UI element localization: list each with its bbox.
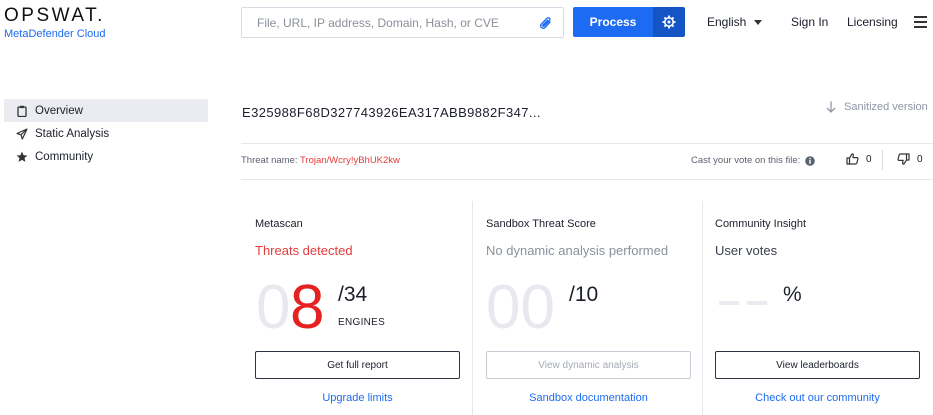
view-dynamic-analysis-button[interactable]: View dynamic analysis [486,351,691,379]
community-status: User votes [715,243,778,258]
sandbox-documentation-link[interactable]: Sandbox documentation [486,392,691,404]
metascan-engines-label: ENGINES [338,317,386,328]
language-selector[interactable]: English [707,15,763,29]
get-full-report-button[interactable]: Get full report [255,351,460,379]
view-leaderboards-button[interactable]: View leaderboards [715,351,920,379]
sidebar-item-label: Static Analysis [35,127,110,140]
metascan-status: Threats detected [255,243,353,258]
thumbs-up-icon [846,153,859,165]
metascan-digit-leading: 0 [256,273,291,342]
process-button-group: Process [573,7,685,37]
threat-name-label: Threat name: [241,155,298,166]
sanitized-version-label: Sanitized version [844,101,928,113]
vote-separator [882,150,883,170]
sidebar-item-label: Overview [35,104,83,117]
community-card: Community Insight User votes % View lead… [701,201,933,415]
logo-product-name: MetaDefender Cloud [4,28,106,40]
metascan-total-engines: /34 [338,283,368,306]
divider [241,143,933,144]
sandbox-status: No dynamic analysis performed [486,243,669,258]
logo-wordmark: OPSWAT. [4,5,105,26]
download-arrow-icon [826,101,836,113]
sidebar-item-label: Community [35,150,94,163]
gear-icon [662,15,676,29]
vote-prompt: Cast your vote on this file: [691,155,816,166]
check-out-community-link[interactable]: Check out our community [715,392,920,404]
sandbox-title: Sandbox Threat Score [486,218,596,230]
threat-name-row: Threat name: Trojan/Wcry!yBhUK2kw [241,155,400,166]
upgrade-limits-link[interactable]: Upgrade limits [255,392,460,404]
star-icon [16,151,28,163]
sidebar-item-overview[interactable]: Overview [4,99,208,122]
upvote-button[interactable]: 0 [846,153,872,165]
search-input[interactable] [257,15,527,30]
sanitized-version-link[interactable]: Sanitized version [826,101,928,113]
divider [241,179,933,180]
info-icon [805,155,816,166]
metascan-detected-count: 8 [290,273,325,342]
metascan-card: Metascan Threats detected 0 8 /34 ENGINE… [241,201,472,415]
process-button[interactable]: Process [573,7,653,37]
community-title: Community Insight [715,218,807,230]
paperclip-icon[interactable] [539,16,553,36]
send-icon [16,127,28,140]
sandbox-score-total: /10 [569,283,599,306]
upvote-count: 0 [866,153,872,165]
thumbs-down-icon [897,153,910,165]
caret-down-icon [754,19,763,25]
logo[interactable]: OPSWAT. MetaDefender Cloud [4,5,106,40]
menu-icon[interactable] [914,16,927,31]
metascan-title: Metascan [255,218,303,230]
clipboard-icon [16,105,28,117]
downvote-button[interactable]: 0 [897,153,923,165]
search-bar [241,7,564,38]
licensing-link[interactable]: Licensing [847,15,898,29]
sidebar: Overview Static Analysis Community [4,99,208,168]
vote-prompt-text: Cast your vote on this file: [691,155,801,166]
downvote-count: 0 [917,153,923,165]
language-label: English [707,15,747,29]
file-hash-title: E325988F68D327743926EA317ABB9882F347... [242,105,541,120]
sidebar-item-static-analysis[interactable]: Static Analysis [4,122,208,145]
sandbox-score: 00 [486,273,555,342]
community-score-placeholder [719,301,775,305]
process-settings-button[interactable] [653,7,685,37]
sign-in-link[interactable]: Sign In [791,15,828,29]
sandbox-card: Sandbox Threat Score No dynamic analysis… [472,201,702,415]
threat-name-value: Trojan/Wcry!yBhUK2kw [299,155,400,166]
sidebar-item-community[interactable]: Community [4,145,208,168]
community-percent-symbol: % [783,283,802,306]
